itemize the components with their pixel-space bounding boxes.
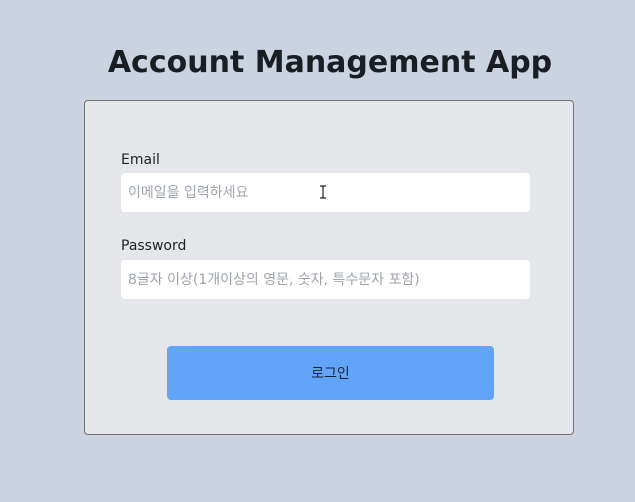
email-input[interactable]: [121, 173, 530, 212]
app-title: Account Management App: [107, 45, 553, 81]
login-card: Email Password 로그인: [84, 100, 574, 435]
login-button[interactable]: 로그인: [167, 346, 494, 400]
password-label: Password: [121, 238, 187, 254]
password-input[interactable]: [121, 260, 530, 299]
email-label: Email: [121, 152, 160, 168]
